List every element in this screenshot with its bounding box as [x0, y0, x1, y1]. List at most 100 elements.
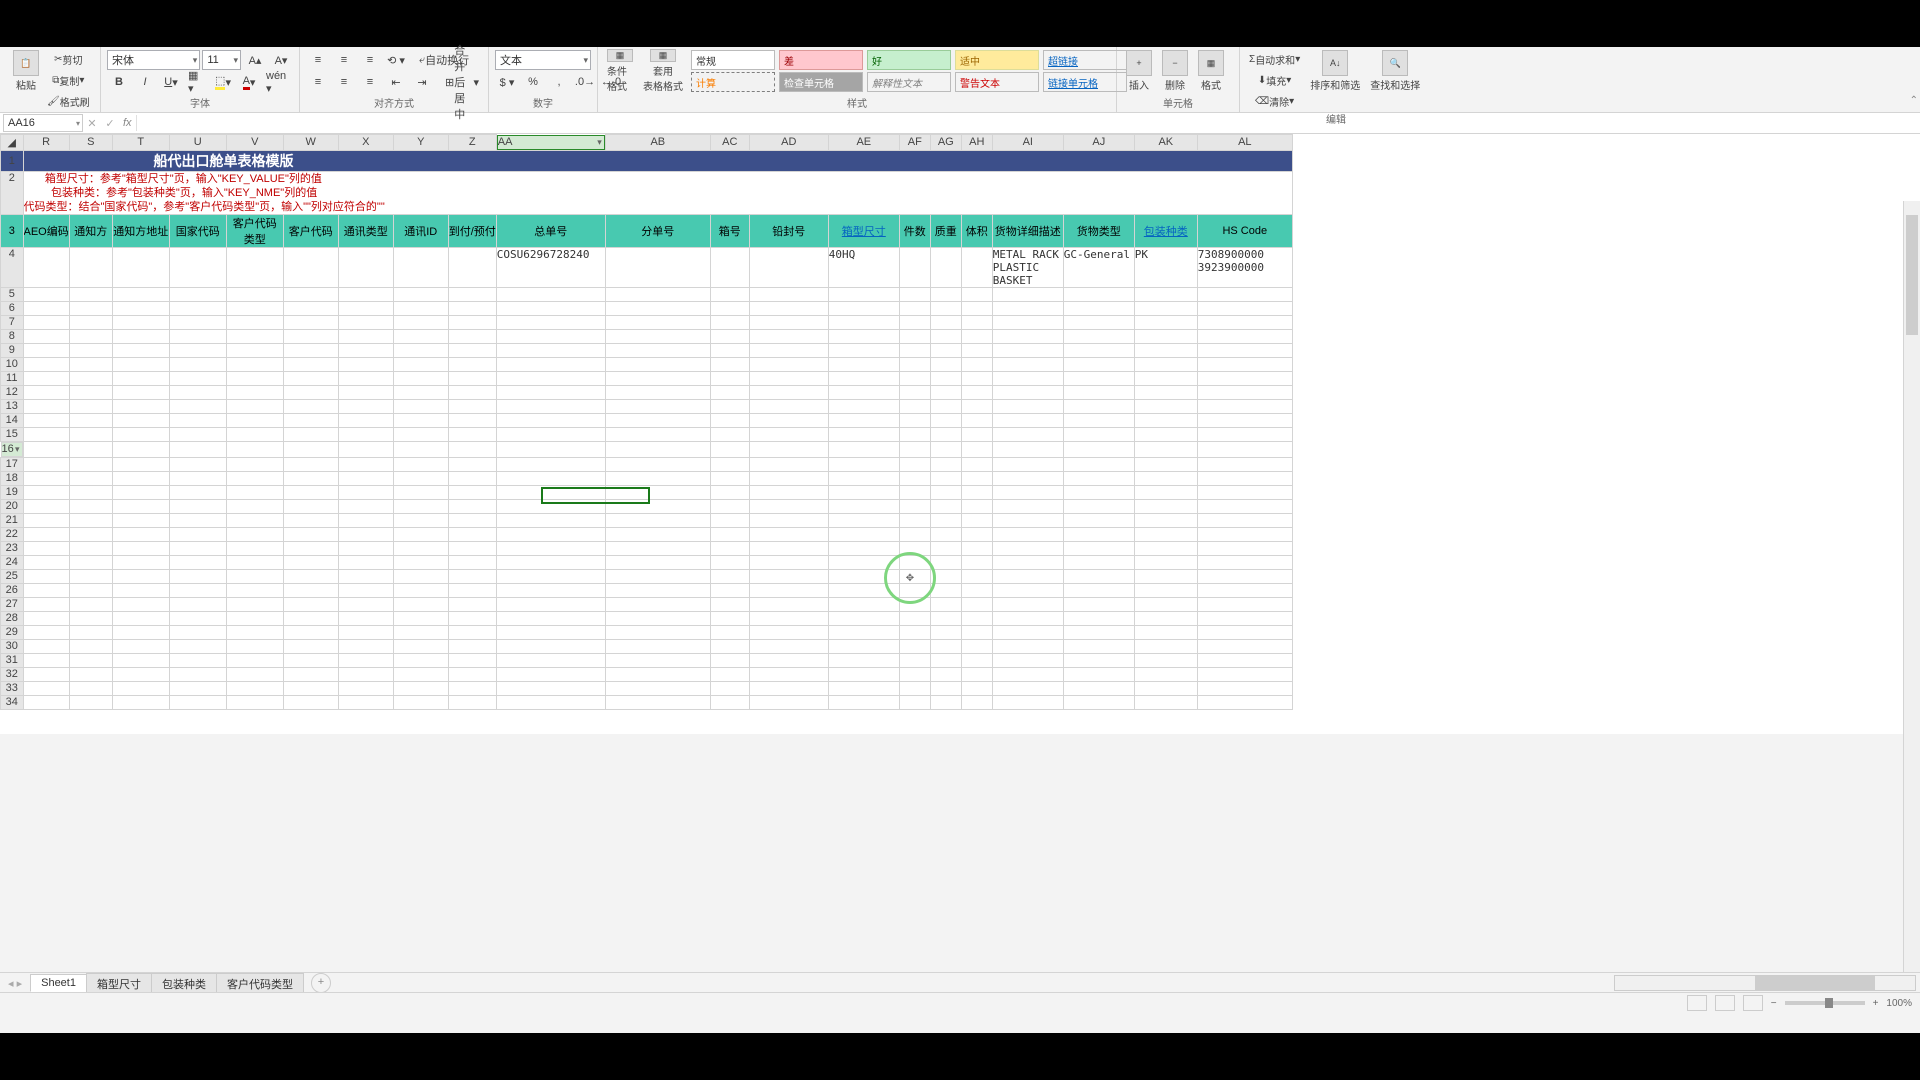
cell[interactable] — [169, 485, 226, 499]
cell[interactable] — [1063, 471, 1134, 485]
cell[interactable]: 7308900000 3923900000 — [1197, 247, 1292, 287]
cell[interactable] — [112, 385, 169, 399]
cell[interactable] — [283, 357, 338, 371]
cell[interactable] — [749, 247, 828, 287]
cell[interactable] — [23, 639, 69, 653]
style-bad[interactable]: 差 — [779, 50, 863, 70]
cell[interactable] — [749, 583, 828, 597]
cell[interactable] — [930, 485, 961, 499]
cell[interactable] — [899, 247, 930, 287]
cell[interactable] — [992, 329, 1063, 343]
style-explain[interactable]: 解释性文本 — [867, 72, 951, 92]
cell[interactable] — [496, 555, 605, 569]
cell[interactable] — [112, 681, 169, 695]
cell[interactable] — [69, 639, 112, 653]
cell[interactable] — [393, 413, 448, 427]
cell[interactable] — [23, 371, 69, 385]
col-header-V[interactable]: V — [226, 135, 283, 151]
cell[interactable]: COSU6296728240 — [496, 247, 605, 287]
cell[interactable] — [710, 427, 749, 441]
cell[interactable] — [448, 555, 496, 569]
cell[interactable] — [749, 625, 828, 639]
cell[interactable] — [828, 695, 899, 709]
cell[interactable] — [749, 301, 828, 315]
cell[interactable] — [749, 695, 828, 709]
row-header-3[interactable]: 3 — [1, 214, 24, 247]
cell[interactable] — [1063, 385, 1134, 399]
cell[interactable] — [338, 639, 393, 653]
cell[interactable] — [112, 499, 169, 513]
clear-button[interactable]: ⌫ 清除 ▾ — [1246, 91, 1303, 111]
cell[interactable] — [605, 667, 710, 681]
cell[interactable] — [283, 371, 338, 385]
cell[interactable] — [169, 315, 226, 329]
cell[interactable] — [448, 611, 496, 625]
cell[interactable] — [1197, 625, 1292, 639]
row-header-20[interactable]: 20 — [1, 499, 24, 513]
col-header-U[interactable]: U — [169, 135, 226, 151]
cell[interactable] — [710, 499, 749, 513]
cell[interactable] — [338, 513, 393, 527]
cell[interactable] — [961, 457, 992, 471]
cell[interactable] — [749, 287, 828, 301]
cell[interactable] — [1197, 343, 1292, 357]
cell[interactable] — [112, 329, 169, 343]
cell[interactable] — [1063, 639, 1134, 653]
cell[interactable] — [1197, 329, 1292, 343]
cell[interactable] — [226, 399, 283, 413]
cell[interactable] — [23, 247, 69, 287]
cell[interactable] — [393, 399, 448, 413]
cell[interactable] — [828, 625, 899, 639]
cell[interactable] — [961, 441, 992, 457]
cell[interactable] — [749, 457, 828, 471]
cell[interactable] — [23, 457, 69, 471]
cell[interactable] — [393, 653, 448, 667]
cell[interactable] — [112, 247, 169, 287]
cell[interactable] — [1063, 371, 1134, 385]
cell[interactable] — [992, 639, 1063, 653]
cell[interactable] — [899, 329, 930, 343]
cell[interactable] — [710, 681, 749, 695]
cell[interactable] — [69, 555, 112, 569]
cell[interactable] — [69, 287, 112, 301]
cell[interactable] — [605, 471, 710, 485]
row-header-34[interactable]: 34 — [1, 695, 24, 709]
cell[interactable] — [496, 485, 605, 499]
cell[interactable] — [899, 681, 930, 695]
cell[interactable] — [169, 569, 226, 583]
cell[interactable] — [1134, 413, 1197, 427]
cell[interactable] — [749, 315, 828, 329]
cell[interactable] — [69, 695, 112, 709]
cell[interactable] — [23, 611, 69, 625]
cell[interactable] — [828, 513, 899, 527]
fill-color-button[interactable]: ⬚ ▾ — [211, 72, 235, 92]
cell[interactable] — [1134, 611, 1197, 625]
cell[interactable] — [1063, 653, 1134, 667]
cell[interactable] — [393, 513, 448, 527]
cell[interactable] — [169, 611, 226, 625]
cell[interactable] — [338, 385, 393, 399]
bold-button[interactable]: B — [107, 72, 131, 92]
tab-package[interactable]: 包装种类 — [151, 973, 217, 994]
cell[interactable] — [961, 611, 992, 625]
cell[interactable] — [961, 287, 992, 301]
row-header-26[interactable]: 26 — [1, 583, 24, 597]
cell[interactable] — [930, 653, 961, 667]
cell[interactable] — [69, 457, 112, 471]
cell[interactable] — [226, 653, 283, 667]
cell[interactable] — [930, 639, 961, 653]
cell[interactable] — [496, 315, 605, 329]
cell[interactable] — [112, 625, 169, 639]
cell[interactable] — [961, 343, 992, 357]
cell[interactable] — [1197, 385, 1292, 399]
cell[interactable] — [1063, 499, 1134, 513]
cell[interactable] — [23, 441, 69, 457]
cell[interactable] — [992, 499, 1063, 513]
cell[interactable] — [226, 371, 283, 385]
cell[interactable] — [710, 287, 749, 301]
cell[interactable] — [1197, 485, 1292, 499]
table-header[interactable]: 货物类型 — [1063, 214, 1134, 247]
cell[interactable] — [169, 413, 226, 427]
cell[interactable] — [1134, 695, 1197, 709]
cell[interactable] — [961, 597, 992, 611]
